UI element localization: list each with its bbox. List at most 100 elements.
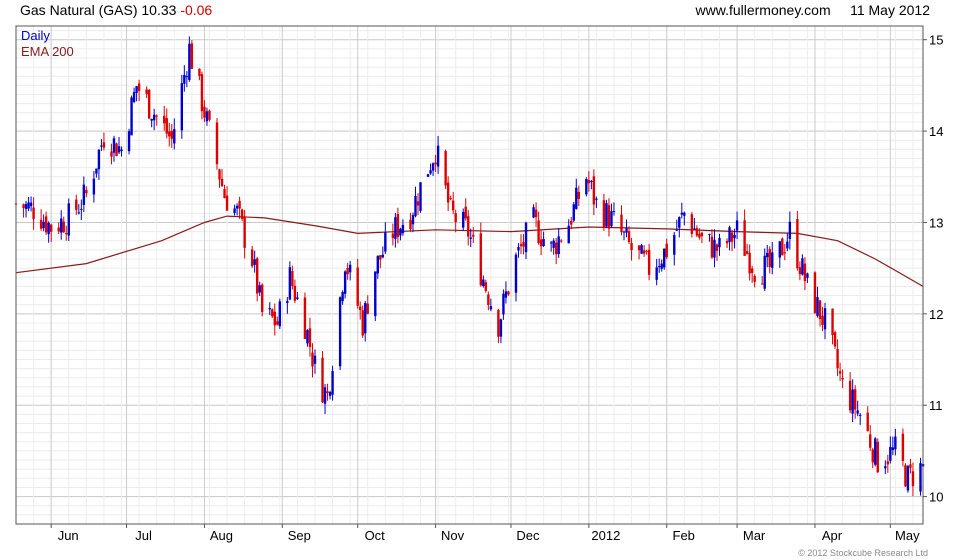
y-tick-label: 13 (929, 215, 943, 230)
candle-down (223, 189, 226, 199)
candle-up (657, 265, 661, 267)
candle-down (451, 200, 455, 211)
candle-down (853, 389, 857, 410)
candle-down (250, 249, 254, 267)
candle-down (487, 294, 490, 305)
candle-down (695, 228, 699, 236)
candle-down (627, 231, 631, 243)
candle-up (328, 392, 332, 396)
candle-up (469, 237, 472, 239)
candle-up (517, 246, 520, 251)
candle-up (675, 229, 678, 231)
candle-down (836, 349, 839, 369)
x-tick-label: Oct (365, 528, 386, 543)
x-axis: Jun Jul Aug Sep Oct Nov Dec 2012 Feb Mar Apr May (50, 524, 920, 543)
candle-down (303, 297, 307, 339)
x-tick-label: Jul (135, 528, 152, 543)
candle-down (444, 150, 447, 186)
candle-down (454, 213, 457, 223)
y-tick-label: 14 (929, 124, 943, 139)
candle-down (346, 267, 349, 275)
candle-down (147, 89, 151, 119)
candle-up (660, 263, 663, 269)
candle-down (65, 233, 68, 235)
candle-down (560, 240, 563, 242)
candle-down (645, 250, 648, 252)
candle-down (818, 300, 822, 320)
candle-down (145, 89, 148, 95)
candle-down (479, 233, 483, 286)
candle-down (554, 242, 558, 255)
candle-down (291, 270, 294, 287)
candle-down (748, 252, 751, 274)
candle-down (803, 263, 807, 282)
candle-up (399, 228, 402, 236)
candle-down (115, 143, 118, 157)
candle-down (434, 162, 437, 165)
candle-up (426, 174, 430, 177)
x-tick-label: May (895, 528, 920, 543)
candle-up (778, 241, 781, 258)
candle-down (379, 255, 382, 260)
x-tick-label: Jun (58, 528, 79, 543)
candle-down (745, 251, 749, 254)
candle-up (763, 255, 766, 289)
candle-up (135, 86, 138, 94)
candle-down (592, 176, 596, 205)
y-tick-label: 12 (929, 307, 943, 322)
candle-down (208, 110, 211, 120)
x-tick-label: Nov (441, 528, 465, 543)
candle-down (102, 142, 106, 148)
x-tick-label: Mar (743, 528, 766, 543)
candle-down (356, 267, 359, 306)
candle-up (680, 212, 684, 215)
candle-down (359, 306, 362, 311)
candle-up (524, 222, 528, 253)
candle-down (587, 179, 591, 184)
candle-down (200, 74, 204, 112)
candle-up (296, 297, 299, 299)
candle-down (690, 214, 694, 234)
candle-down (798, 267, 802, 275)
candle-down (366, 303, 369, 314)
candle-up (856, 410, 859, 414)
candle-down (519, 244, 523, 247)
candle-down (911, 471, 915, 487)
y-axis: 10 11 12 13 14 15 (923, 33, 943, 505)
candle-down (472, 234, 475, 237)
candle-up (348, 264, 352, 273)
candle-down (522, 242, 525, 247)
candle-up (894, 436, 897, 450)
candle-down (271, 309, 274, 317)
candle-down (238, 200, 241, 209)
candle-up (152, 114, 156, 121)
candle-down (725, 240, 729, 244)
copyright-notice: © 2012 Stockcube Research Ltd (798, 548, 928, 558)
candle-up (374, 271, 377, 317)
candle-down (768, 249, 771, 267)
candle-up (278, 301, 282, 327)
candle-up (150, 118, 153, 121)
candle-up (92, 178, 96, 195)
candle-up (414, 195, 417, 217)
candle-down (75, 199, 78, 211)
candle-up (874, 438, 877, 465)
candle-down (841, 377, 844, 380)
candle-up (612, 211, 616, 213)
candle-up (235, 205, 239, 209)
candle-down (163, 115, 166, 124)
candle-up (341, 291, 344, 302)
candle-down (168, 131, 171, 137)
candle-down (225, 195, 229, 211)
candle-down (833, 332, 837, 347)
candle-up (663, 248, 666, 268)
candle-up (24, 203, 28, 209)
candle-down (838, 371, 842, 374)
candle-up (77, 212, 81, 214)
candle-up (384, 232, 387, 252)
candle-down (781, 238, 784, 256)
candle-down (577, 191, 580, 199)
candle-up (233, 208, 236, 214)
candle-down (273, 311, 276, 326)
candle-down (396, 213, 400, 237)
